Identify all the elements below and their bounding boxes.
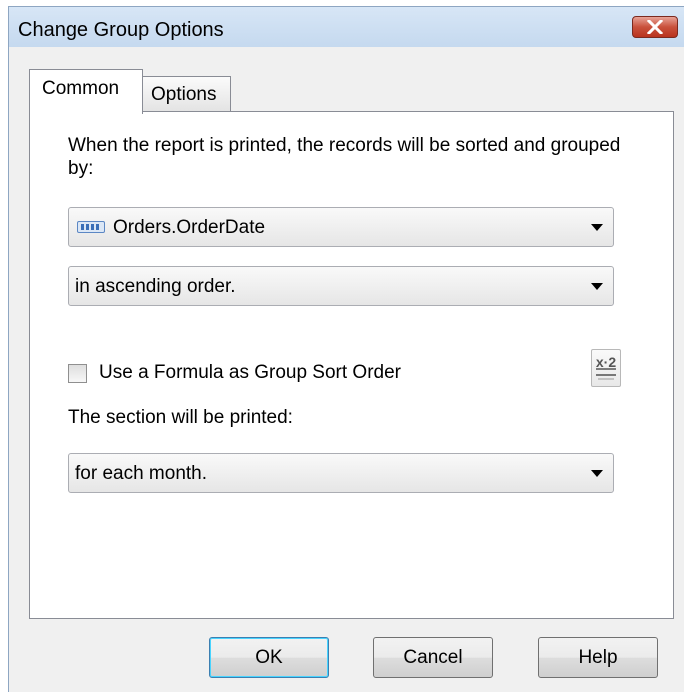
dialog-title: Change Group Options [18,19,224,41]
help-button[interactable]: Help [538,637,658,678]
chevron-down-icon [591,470,603,477]
formula-sort-checkbox-label[interactable]: Use a Formula as Group Sort Order [99,362,401,384]
tab-options-label: Options [151,84,217,105]
close-button[interactable] [632,16,678,38]
cancel-button[interactable]: Cancel [373,637,493,678]
chevron-down-icon [591,224,603,231]
chevron-down-icon [591,283,603,290]
tab-common-label: Common [42,78,120,99]
sort-order-dropdown[interactable]: in ascending order. [68,266,614,306]
group-field-value: Orders.OrderDate [113,217,266,238]
database-field-icon [77,221,105,233]
ok-button[interactable]: OK [209,637,329,678]
svg-text:x·2: x·2 [596,354,616,370]
formula-editor-icon: x·2 [596,354,616,380]
formula-sort-checkbox[interactable] [68,364,87,383]
close-icon [647,20,663,34]
section-frequency-dropdown[interactable]: for each month. [68,453,614,493]
change-group-options-dialog: Change Group Options Common Options When… [8,6,684,692]
tab-options[interactable]: Options [142,76,231,112]
sort-order-value: in ascending order. [75,276,236,297]
group-field-dropdown[interactable]: Orders.OrderDate [68,207,614,247]
title-bar: Change Group Options [9,7,684,47]
grouping-description: When the report is printed, the records … [68,135,621,179]
formula-editor-button[interactable]: x·2 [591,349,621,387]
tab-common[interactable]: Common [29,69,143,114]
section-printed-label: The section will be printed: [68,407,293,428]
section-frequency-value: for each month. [75,463,208,484]
common-tab-panel: When the report is printed, the records … [29,111,674,619]
